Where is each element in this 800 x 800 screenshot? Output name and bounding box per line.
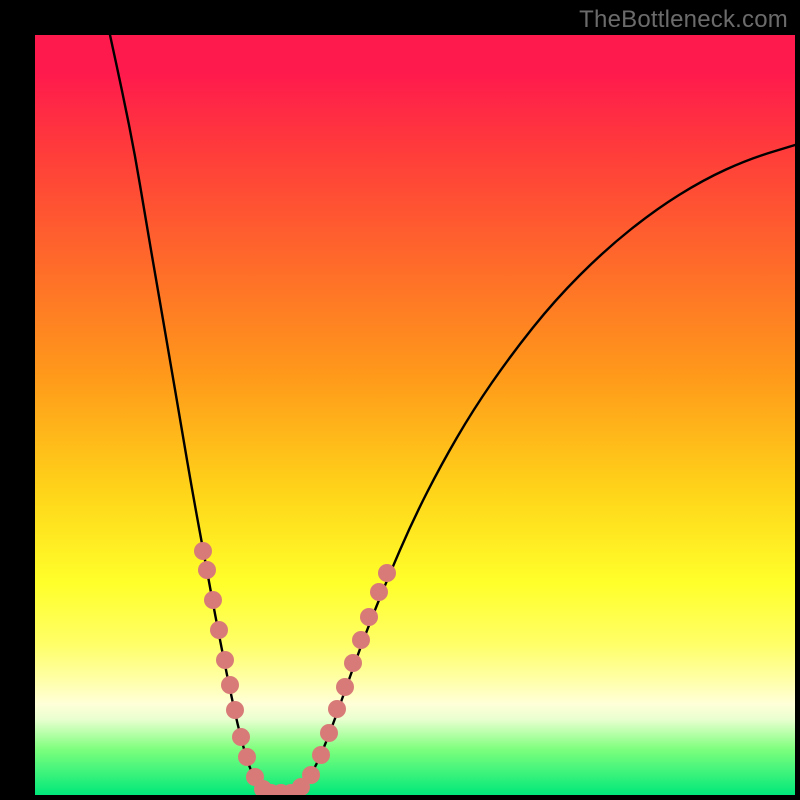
marker-dot: [370, 583, 388, 601]
bottleneck-curve: [110, 35, 795, 793]
marker-dot: [216, 651, 234, 669]
marker-dot: [204, 591, 222, 609]
marker-dot: [360, 608, 378, 626]
marker-dot: [221, 676, 239, 694]
marker-dot: [378, 564, 396, 582]
plot-area: [35, 35, 795, 795]
marker-dot: [194, 542, 212, 560]
marker-dot: [344, 654, 362, 672]
sample-dots: [194, 542, 396, 795]
marker-dot: [198, 561, 216, 579]
marker-dot: [238, 748, 256, 766]
marker-dot: [312, 746, 330, 764]
marker-dot: [226, 701, 244, 719]
marker-dot: [328, 700, 346, 718]
watermark-text: TheBottleneck.com: [579, 6, 788, 34]
chart-frame: TheBottleneck.com: [0, 0, 800, 800]
marker-dot: [320, 724, 338, 742]
marker-dot: [302, 766, 320, 784]
marker-dot: [232, 728, 250, 746]
marker-dot: [352, 631, 370, 649]
marker-dot: [336, 678, 354, 696]
marker-dot: [210, 621, 228, 639]
chart-svg: [35, 35, 795, 795]
